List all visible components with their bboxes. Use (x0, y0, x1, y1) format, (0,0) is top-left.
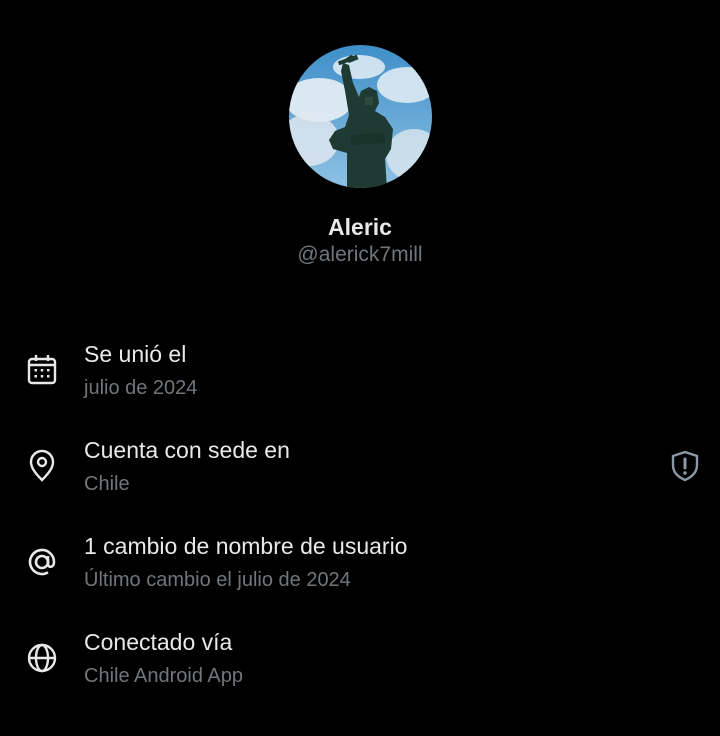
info-row-connected-via: Conectado vía Chile Android App (0, 627, 720, 707)
profile-avatar[interactable] (289, 45, 432, 188)
info-row-location: Cuenta con sede en Chile (0, 435, 720, 515)
shield-alert-icon[interactable] (667, 448, 703, 484)
profile-handle: @alerick7mill (297, 243, 423, 266)
calendar-icon (24, 352, 60, 388)
profile-display-name: Aleric (328, 214, 392, 240)
info-row-username-changes: 1 cambio de nombre de usuario Último cam… (0, 531, 720, 611)
info-row-title: Conectado vía (84, 629, 233, 655)
info-row-title: Cuenta con sede en (84, 437, 290, 463)
info-row-subtitle: Último cambio el julio de 2024 (84, 569, 351, 591)
at-sign-icon (24, 544, 60, 580)
info-row-joined: Se unió el julio de 2024 (0, 339, 720, 419)
info-row-title: Se unió el (84, 341, 187, 367)
info-row-title: 1 cambio de nombre de usuario (84, 533, 408, 559)
avatar-image (289, 45, 432, 188)
info-row-subtitle: Chile (84, 473, 130, 495)
info-row-subtitle: julio de 2024 (84, 377, 198, 399)
info-row-subtitle: Chile Android App (84, 665, 244, 687)
globe-icon (24, 640, 60, 676)
location-pin-icon (24, 448, 60, 484)
